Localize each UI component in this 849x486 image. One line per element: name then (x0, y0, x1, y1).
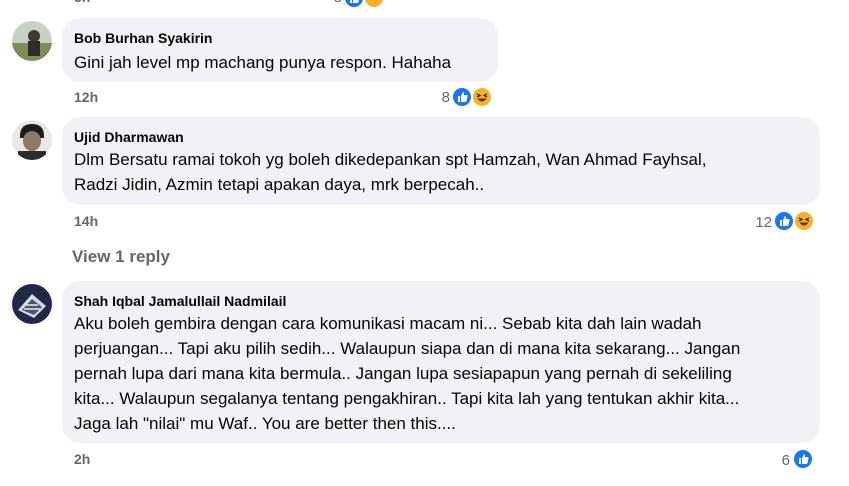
comment-text-line: Jaga lah "nilai" mu Waf.. You are better… (74, 414, 456, 433)
like-icon (451, 86, 473, 108)
comment-bubble: Ujid Dharmawan Dlm Bersatu ramai tokoh y… (62, 117, 820, 205)
comment-timestamp[interactable]: 14h (74, 213, 98, 229)
comment-text: Aku boleh gembira dengan cara komunikasi… (74, 311, 740, 436)
comment-text-line: pernah lupa dari mana kita bermula.. Jan… (74, 364, 732, 383)
view-replies-link[interactable]: View 1 reply (72, 247, 170, 267)
comment-timestamp[interactable]: 12h (74, 89, 98, 105)
haha-icon (471, 86, 493, 108)
comment-text: Dlm Bersatu ramai tokoh yg boleh dikedep… (74, 147, 706, 197)
reaction-count[interactable]: 8 (400, 89, 450, 106)
reaction-count[interactable]: 12 (720, 214, 772, 231)
comment-bubble: Shah Iqbal Jamalullail Nadmilail Aku bol… (62, 281, 820, 443)
comment-text-line: Aku boleh gembira dengan cara komunikasi… (74, 314, 702, 333)
comment-timestamp[interactable]: 2h (74, 451, 90, 467)
comment-author[interactable]: Shah Iqbal Jamalullail Nadmilail (74, 293, 286, 309)
comment-text-line: perjuangan... Tapi aku pilih sedih... Wa… (74, 339, 741, 358)
comment-text-line: Gini jah level mp machang punya respon. … (74, 53, 452, 72)
like-icon (343, 0, 365, 9)
like-icon (792, 448, 814, 470)
comment-text: Gini jah level mp machang punya respon. … (74, 50, 451, 75)
comment-author[interactable]: Bob Burhan Syakirin (74, 30, 212, 46)
like-icon (773, 210, 795, 232)
comment-text-line: kita... Walaupun segalanya tentang penga… (74, 389, 740, 408)
haha-icon (363, 0, 385, 9)
avatar[interactable] (12, 120, 52, 160)
reaction-count[interactable]: 6 (740, 452, 790, 469)
haha-icon (793, 210, 815, 232)
avatar[interactable] (12, 284, 52, 324)
comment-author[interactable]: Ujid Dharmawan (74, 129, 184, 145)
comment-timestamp[interactable]: 5h (74, 0, 90, 5)
comment-bubble: Bob Burhan Syakirin Gini jah level mp ma… (62, 18, 498, 82)
comment-text-line: Radzi Jidin, Azmin tetapi apakan daya, m… (74, 175, 485, 194)
comment-text-line: Dlm Bersatu ramai tokoh yg boleh dikedep… (74, 150, 707, 169)
reaction-count[interactable]: 8 (300, 0, 342, 6)
avatar[interactable] (12, 21, 52, 61)
